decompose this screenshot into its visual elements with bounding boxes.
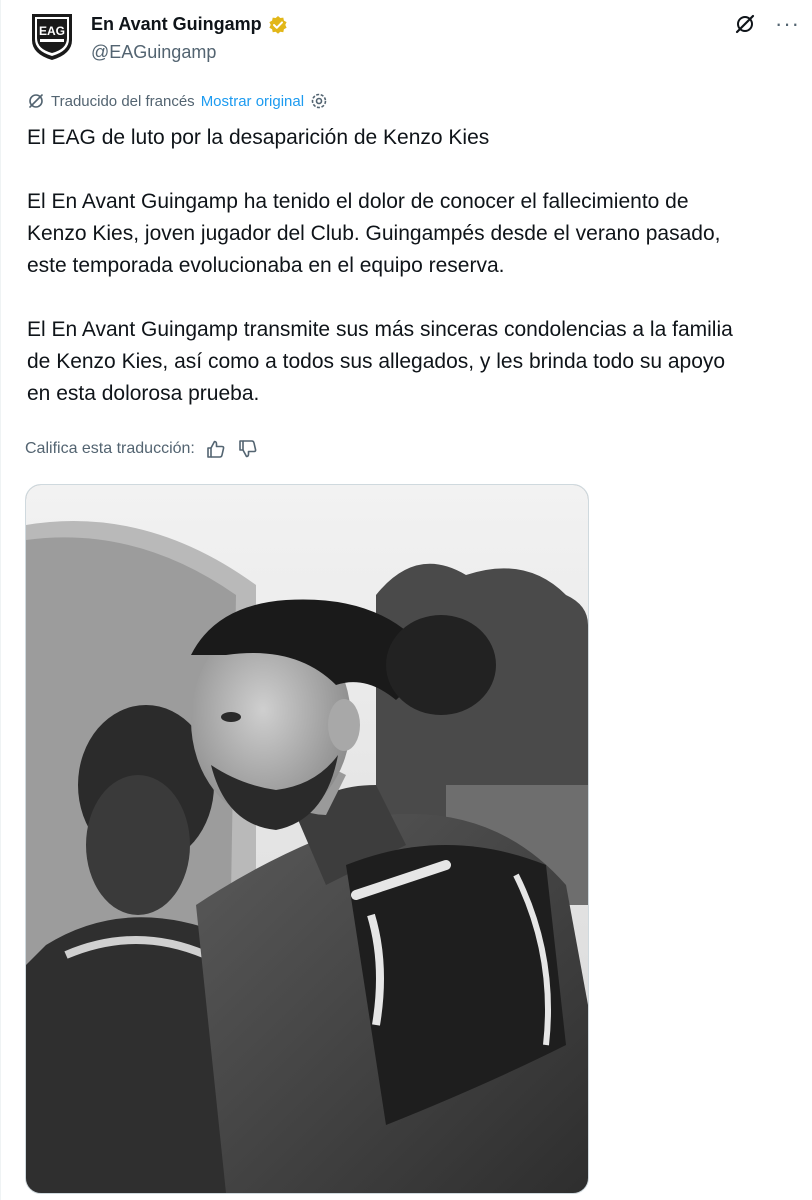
tweet-paragraph-line: en esta dolorosa prueba.: [27, 382, 260, 405]
verified-badge-icon: [268, 15, 288, 35]
author-handle[interactable]: @EAGuingamp: [91, 42, 216, 63]
rate-translation-label: Califica esta traducción:: [25, 440, 195, 457]
tweet-paragraph-line: de Kenzo Kies, así como a todos sus alle…: [27, 350, 726, 373]
avatar-text: EAG: [39, 24, 65, 38]
thumbs-up-icon[interactable]: [205, 438, 227, 460]
tweet-headline: El EAG de luto por la desaparición de Ke…: [27, 126, 490, 149]
tweet-paragraph-line: Kenzo Kies, joven jugador del Club. Guin…: [27, 222, 721, 245]
top-actions: ···: [733, 12, 800, 36]
grok-icon[interactable]: [733, 12, 757, 36]
author-display-name[interactable]: En Avant Guingamp: [91, 14, 262, 35]
tweet-detail: EAG En Avant Guingamp @EAGuingamp ··· Tr…: [0, 0, 812, 1200]
tweet-paragraph-line: El En Avant Guingamp ha tenido el dolor …: [27, 190, 689, 213]
translate-icon: [27, 92, 45, 110]
avatar[interactable]: EAG: [28, 10, 76, 62]
thumbs-down-icon[interactable]: [237, 438, 259, 460]
tweet-paragraph-line: este temporada evolucionaba en el equipo…: [27, 254, 505, 277]
settings-icon[interactable]: [310, 92, 328, 110]
translation-note: Traducido del francés Mostrar original: [27, 92, 328, 110]
translated-label: Traducido del francés: [51, 92, 195, 110]
tweet-photo[interactable]: [25, 484, 589, 1194]
show-original-link[interactable]: Mostrar original: [201, 93, 304, 110]
tweet-paragraph-line: El En Avant Guingamp transmite sus más s…: [27, 318, 733, 341]
author-name-row: En Avant Guingamp: [91, 14, 288, 35]
rate-translation: Califica esta traducción:: [25, 438, 259, 460]
tweet-text: El EAG de luto por la desaparición de Ke…: [27, 122, 797, 410]
more-icon[interactable]: ···: [775, 12, 800, 36]
